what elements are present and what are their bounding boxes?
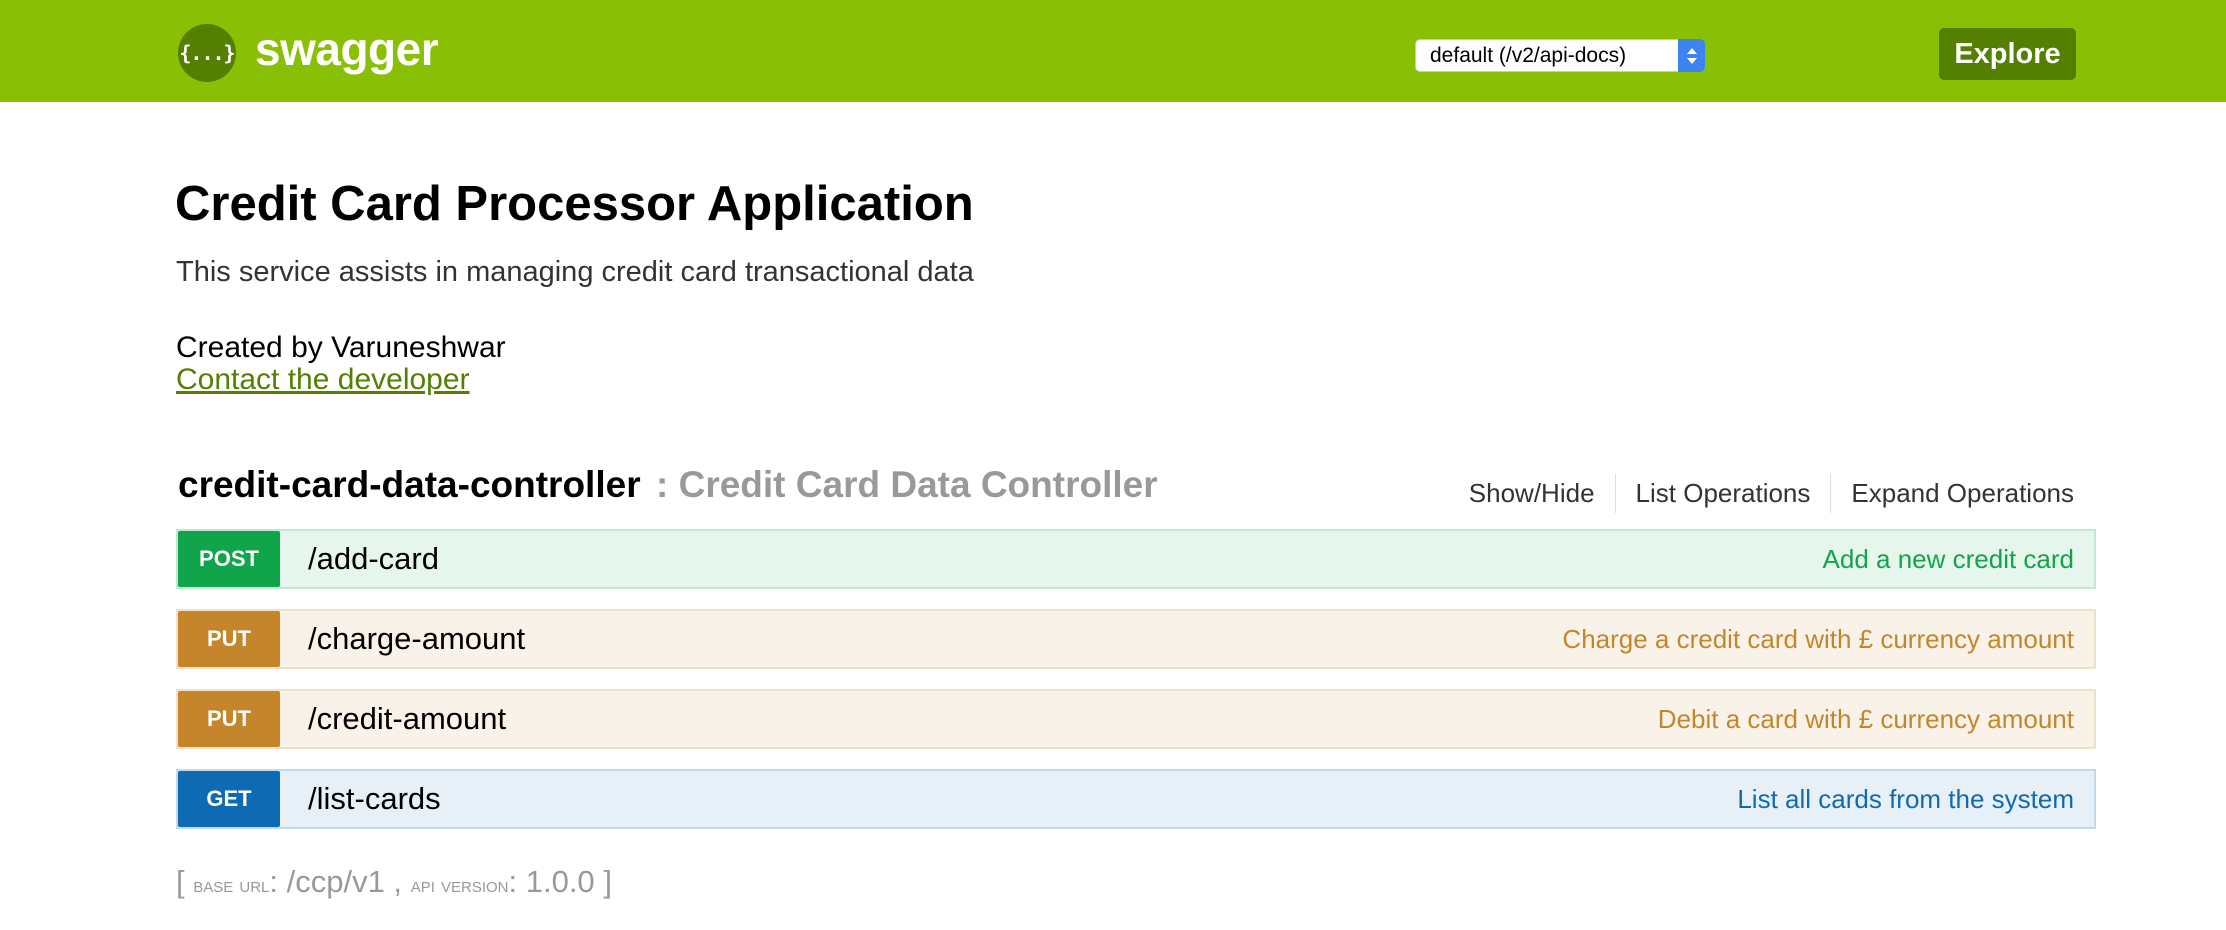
method-badge[interactable]: GET: [178, 771, 280, 827]
footer-close-bracket: ]: [603, 864, 612, 899]
show-hide-link[interactable]: Show/Hide: [1469, 474, 1615, 513]
operation-path[interactable]: /add-card: [308, 541, 439, 577]
footer-open-bracket: [: [176, 864, 185, 899]
operation-summary[interactable]: Charge a credit card with £ currency amo…: [1562, 624, 2074, 655]
base-url-label: base url: [193, 872, 270, 897]
operation-summary[interactable]: Add a new credit card: [1823, 544, 2074, 575]
operation-list-cards[interactable]: GET /list-cards List all cards from the …: [176, 769, 2096, 829]
base-url-value: : /ccp/v1 ,: [269, 864, 403, 899]
operation-charge-amount[interactable]: PUT /charge-amount Charge a credit card …: [176, 609, 2096, 669]
method-badge[interactable]: POST: [178, 531, 280, 587]
api-spec-select[interactable]: default (/v2/api-docs): [1415, 39, 1705, 72]
expand-operations-link[interactable]: Expand Operations: [1830, 474, 2074, 513]
created-by: Created by Varuneshwar: [176, 331, 506, 364]
select-arrows-icon[interactable]: [1678, 39, 1705, 72]
operation-path[interactable]: /charge-amount: [308, 621, 525, 657]
explore-button[interactable]: Explore: [1939, 28, 2076, 80]
method-badge[interactable]: PUT: [178, 691, 280, 747]
api-version-label: api version: [410, 872, 509, 897]
base-url-footer: [ base url: /ccp/v1 , api version: 1.0.0…: [176, 864, 612, 900]
resource-name[interactable]: credit-card-data-controller: [178, 464, 641, 506]
api-version-value: : 1.0.0: [508, 864, 595, 899]
operation-path[interactable]: /credit-amount: [308, 701, 506, 737]
list-operations-link[interactable]: List Operations: [1614, 474, 1831, 513]
api-description: This service assists in managing credit …: [176, 256, 974, 288]
logo-text[interactable]: swagger: [255, 22, 439, 76]
swagger-logo-icon[interactable]: {...}: [178, 24, 236, 82]
contact-developer-link[interactable]: Contact the developer: [176, 363, 470, 397]
top-bar: {...} swagger default (/v2/api-docs) Exp…: [0, 0, 2226, 102]
resource-description: : Credit Card Data Controller: [656, 464, 1158, 505]
page-title: Credit Card Processor Application: [175, 177, 974, 231]
operation-credit-amount[interactable]: PUT /credit-amount Debit a card with £ c…: [176, 689, 2096, 749]
method-badge[interactable]: PUT: [178, 611, 280, 667]
logo-icon-glyph: {...}: [179, 41, 235, 65]
operation-add-card[interactable]: POST /add-card Add a new credit card: [176, 529, 2096, 589]
operation-summary[interactable]: List all cards from the system: [1737, 784, 2074, 815]
operation-path[interactable]: /list-cards: [308, 781, 441, 817]
resource-actions: Show/Hide List Operations Expand Operati…: [1469, 474, 2074, 513]
operation-summary[interactable]: Debit a card with £ currency amount: [1658, 704, 2074, 735]
